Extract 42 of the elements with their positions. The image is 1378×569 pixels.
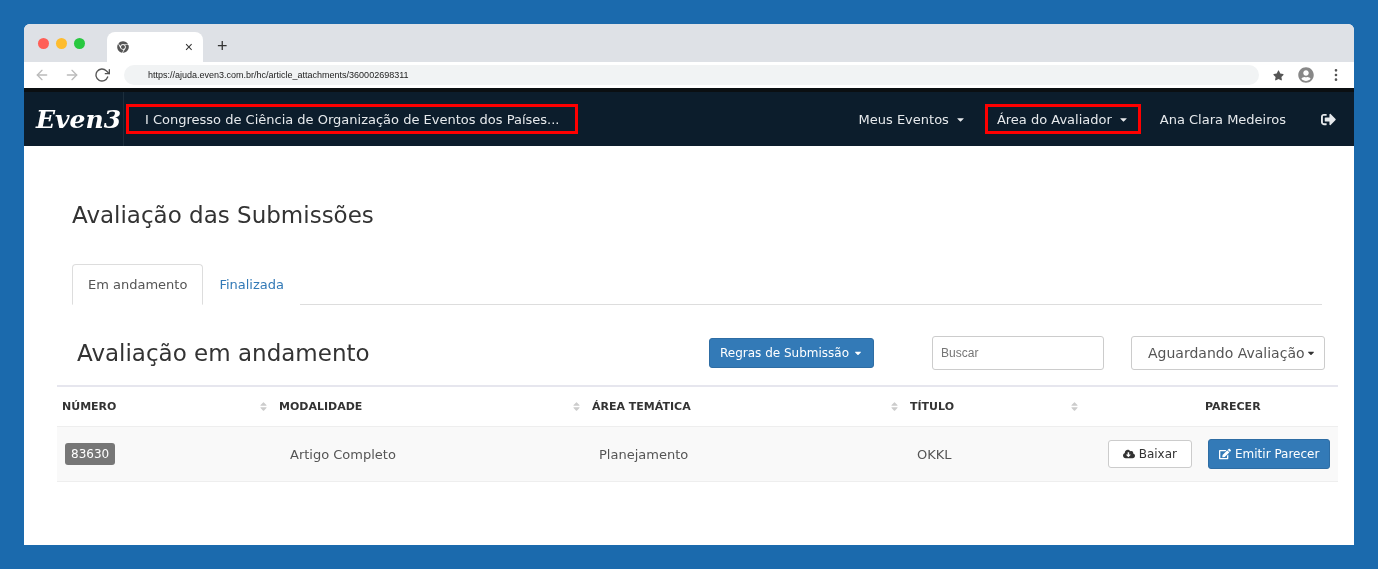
reload-icon[interactable] bbox=[94, 67, 110, 83]
nav-item[interactable]: Meus Eventos bbox=[846, 104, 978, 134]
sort-icon[interactable] bbox=[1069, 401, 1080, 412]
sort-icon[interactable] bbox=[571, 401, 582, 412]
browser-tab[interactable]: × bbox=[107, 32, 203, 62]
address-bar[interactable]: https://ajuda.even3.com.br/hc/article_attachments/360002698311 bbox=[124, 65, 1259, 85]
download-button[interactable]: Baixar bbox=[1107, 440, 1192, 468]
minimize-window-icon[interactable] bbox=[56, 37, 67, 49]
sort-icon[interactable] bbox=[889, 401, 900, 412]
search-field[interactable]: Buscar bbox=[932, 336, 1105, 370]
column-header: NÚMERO bbox=[62, 400, 117, 413]
tab-close-button[interactable]: × bbox=[184, 39, 193, 55]
status-select[interactable]: Aguardando Avaliação bbox=[1131, 336, 1326, 370]
number-badge: 83630 bbox=[65, 443, 116, 465]
rules-button[interactable]: Regras de Submissão bbox=[709, 338, 875, 368]
column-header: PARECER bbox=[1205, 400, 1261, 413]
forward-icon[interactable] bbox=[64, 67, 80, 83]
section-title: Avaliação em andamento bbox=[77, 340, 371, 366]
review-button[interactable]: Emitir Parecer bbox=[1208, 439, 1331, 469]
column-header: TÍTULO bbox=[910, 400, 954, 413]
column-header: MODALIDADE bbox=[279, 400, 363, 413]
event-title[interactable]: I Congresso de Ciência de Organização de Eventos dos Países... bbox=[126, 104, 578, 134]
maximize-window-icon[interactable] bbox=[74, 37, 85, 49]
table-cell: Artigo Completo bbox=[290, 446, 396, 462]
logout-icon[interactable] bbox=[1321, 111, 1336, 127]
chrome-icon bbox=[117, 41, 129, 53]
table-cell: OKKL bbox=[917, 446, 952, 462]
logo[interactable]: Even3 bbox=[24, 92, 124, 146]
nav-item[interactable]: Ana Clara Medeiros bbox=[1147, 104, 1298, 134]
cloud-download-icon bbox=[1122, 448, 1135, 460]
page-title: Avaliação das Submissões bbox=[72, 202, 375, 228]
star-icon[interactable] bbox=[1273, 69, 1284, 81]
profile-icon[interactable] bbox=[1298, 67, 1314, 83]
tab[interactable]: Em andamento bbox=[72, 264, 204, 305]
column-header: ÁREA TEMÁTICA bbox=[592, 400, 691, 413]
table-cell: Planejamento bbox=[599, 446, 689, 462]
nav-item[interactable]: Área do Avaliador bbox=[984, 104, 1141, 134]
close-window-icon[interactable] bbox=[38, 37, 49, 49]
back-icon[interactable] bbox=[34, 67, 50, 83]
sort-icon[interactable] bbox=[258, 401, 269, 412]
edit-icon bbox=[1219, 448, 1231, 460]
new-tab-button[interactable]: + bbox=[217, 36, 228, 57]
